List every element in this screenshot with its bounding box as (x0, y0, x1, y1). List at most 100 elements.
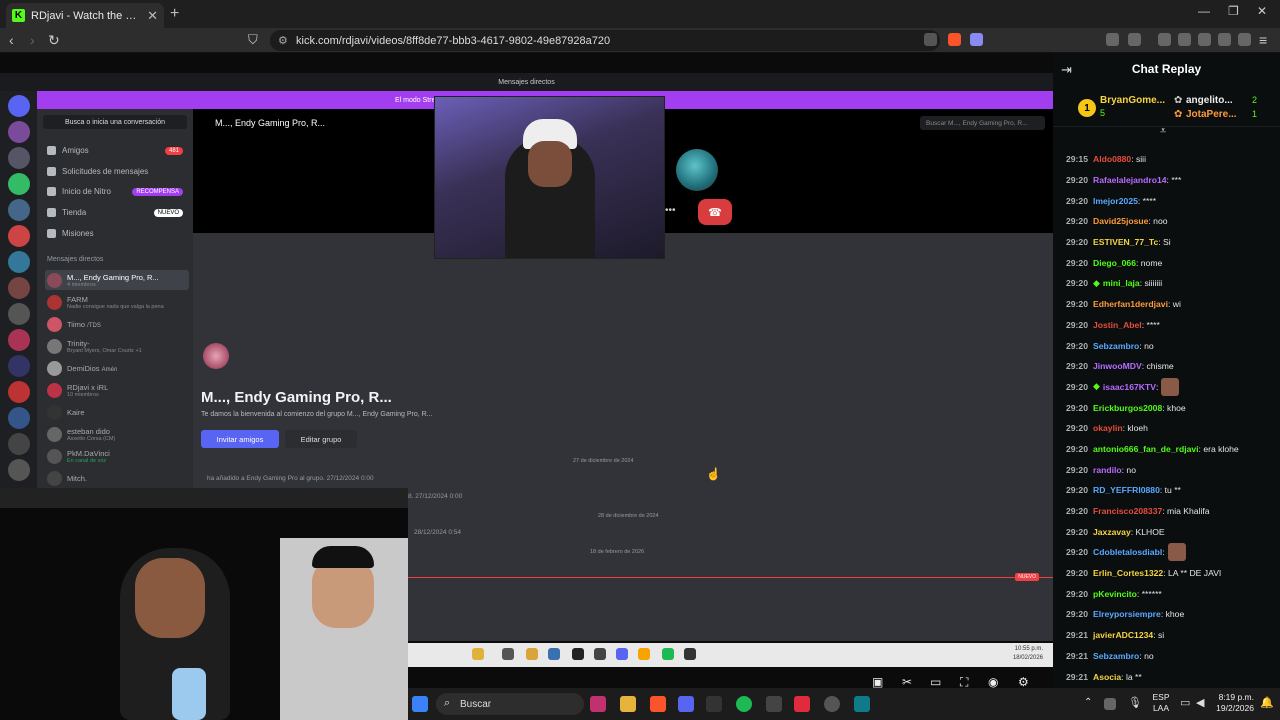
dm-item[interactable]: Tiimo /TDS (45, 314, 189, 334)
theater-mode-icon[interactable]: ▣ (872, 675, 883, 689)
chat-username[interactable]: Edherfan1derdjavi (1093, 299, 1168, 309)
close-tab-icon[interactable]: ✕ (147, 8, 158, 24)
extensions-icon[interactable] (1106, 33, 1119, 46)
app-icon[interactable] (590, 696, 606, 712)
dm-item[interactable]: Kaire (45, 402, 189, 422)
brave-rewards-icon[interactable] (970, 33, 983, 46)
close-window-icon[interactable]: ✕ (1257, 4, 1267, 18)
dm-item[interactable]: M..., Endy Gaming Pro, R... 4 miembros (45, 270, 189, 290)
media-icon[interactable] (1158, 33, 1171, 46)
site-info-icon[interactable]: ⚙ (278, 34, 288, 47)
leo-ai-icon[interactable] (1218, 33, 1231, 46)
gifter-name[interactable]: angelito... (1186, 95, 1233, 106)
gifter-name[interactable]: BryanGome... (1100, 95, 1165, 106)
server-icon[interactable] (8, 433, 30, 455)
dm-item[interactable]: Mitch. (45, 468, 189, 488)
app-icon[interactable] (706, 696, 722, 712)
server-icon[interactable] (8, 277, 30, 299)
back-icon[interactable]: ‹ (9, 32, 14, 48)
video-player[interactable]: Mensajes directos El modo Stre Busca o i… (0, 53, 1053, 720)
server-icon[interactable] (8, 329, 30, 351)
server-icon[interactable] (8, 95, 30, 117)
server-icon[interactable] (8, 251, 30, 273)
browser-tab[interactable]: K RDjavi - Watch the VOD on K ✕ (6, 3, 164, 28)
chat-username[interactable]: Francisco208337 (1093, 506, 1162, 516)
dm-item[interactable]: FARM Nadie consigue nada que valga la pen… (45, 292, 189, 312)
dm-item[interactable]: PkM.DaVinci En canal de voz (45, 446, 189, 466)
chat-username[interactable]: isaac167KTV (1103, 382, 1156, 392)
quality-icon[interactable]: ◉ (988, 675, 998, 689)
notepad-icon[interactable] (854, 696, 870, 712)
chat-username[interactable]: Erlin_Cortes1322 (1093, 568, 1163, 578)
language-indicator[interactable]: ESP LAA (1146, 692, 1176, 714)
network-icon[interactable]: ▭ (1180, 696, 1190, 709)
chat-username[interactable]: Jaxzavay (1093, 527, 1131, 537)
chat-username[interactable]: ESTIVEN_77_Tc (1093, 237, 1158, 247)
server-icon[interactable] (8, 121, 30, 143)
more-icon[interactable]: ••• (665, 205, 676, 216)
bookmark-icon[interactable]: ⛉ (248, 32, 258, 48)
share-icon[interactable] (924, 33, 937, 46)
discord-icon[interactable] (678, 696, 694, 712)
volume-icon[interactable]: ◀ (1196, 696, 1204, 709)
sidebar-icon[interactable] (1178, 33, 1191, 46)
chat-username[interactable]: David25josue (1093, 216, 1148, 226)
menu-icon[interactable]: ≡ (1259, 32, 1267, 48)
dm-item[interactable]: RDjavi x iRL 10 miembros (45, 380, 189, 400)
nav-quests[interactable]: Misiones (47, 229, 183, 238)
chat-username[interactable]: lmejor2025 (1093, 196, 1138, 206)
taskbar-search[interactable]: ⌕ Buscar (436, 693, 584, 715)
settings-icon[interactable]: ⚙ (1018, 675, 1029, 689)
chat-username[interactable]: RD_YEFFRI0880 (1093, 485, 1160, 495)
chat-username[interactable]: okaylin (1093, 423, 1123, 433)
edit-group-button[interactable]: Editar grupo (285, 430, 357, 448)
nav-shop[interactable]: Tienda NUEVO (47, 208, 183, 217)
minimize-icon[interactable]: — (1198, 4, 1210, 18)
server-icon[interactable] (8, 407, 30, 429)
server-icon[interactable] (8, 355, 30, 377)
channel-search-input[interactable]: Buscar M..., Endy Gaming Pro, R... (920, 116, 1045, 130)
chat-username[interactable]: Sebzambro (1093, 651, 1139, 661)
server-icon[interactable] (8, 381, 30, 403)
chat-username[interactable]: pKevincito (1093, 589, 1137, 599)
clock[interactable]: 8:19 p.m. 19/2/2026 (1208, 692, 1254, 714)
nav-friends[interactable]: Amigos 481 (47, 146, 183, 155)
forward-icon[interactable]: › (30, 32, 35, 48)
steam-icon[interactable] (766, 696, 782, 712)
server-icon[interactable] (8, 173, 30, 195)
tab-search-icon[interactable] (1128, 33, 1141, 46)
chat-username[interactable]: Erickburgos2008 (1093, 403, 1162, 413)
gifter-name[interactable]: JotaPere... (1186, 109, 1237, 120)
obs-icon[interactable] (824, 696, 840, 712)
chat-username[interactable]: JinwooMDV (1093, 361, 1142, 371)
notification-icon[interactable]: 🔔 (1260, 696, 1274, 709)
new-tab-icon[interactable]: + (170, 5, 179, 23)
dm-search-input[interactable]: Busca o inicia una conversación (43, 115, 187, 129)
brave-shields-icon[interactable] (948, 33, 961, 46)
server-icon[interactable] (8, 225, 30, 247)
chat-username[interactable]: Elreyporsiempre (1093, 609, 1161, 619)
chat-username[interactable]: javierADC1234 (1093, 630, 1153, 640)
dm-item[interactable]: esteban dido Assetto Corsa (CM) (45, 424, 189, 444)
hang-up-button[interactable]: ☎ (698, 199, 732, 225)
chat-username[interactable]: randilo (1093, 465, 1122, 475)
chat-username[interactable]: Asocia (1093, 672, 1121, 682)
spotify-icon[interactable] (736, 696, 752, 712)
dm-item[interactable]: DemiDios Amén (45, 358, 189, 378)
chat-username[interactable]: Diego_066 (1093, 258, 1136, 268)
chat-username[interactable]: antonio666_fan_de_rdjavi (1093, 444, 1199, 454)
pip-icon[interactable]: ▭ (930, 675, 941, 689)
nav-nitro[interactable]: Inicio de Nitro RECOMPENSA (47, 187, 183, 196)
chat-username[interactable]: Aldo0880 (1093, 154, 1131, 164)
nav-message-requests[interactable]: Solicitudes de mensajes (47, 167, 183, 176)
dm-item[interactable]: Trinity- Bryant Myers, Omar Courtz +1 (45, 336, 189, 356)
clip-icon[interactable]: ✂ (902, 675, 912, 689)
wallet-icon[interactable] (1198, 33, 1211, 46)
windows-start-icon[interactable] (412, 696, 428, 712)
mic-icon[interactable]: 🎙 (1128, 696, 1142, 709)
chat-username[interactable]: Rafaelalejandro14 (1093, 175, 1167, 185)
file-explorer-icon[interactable] (620, 696, 636, 712)
server-icon[interactable] (8, 459, 30, 481)
chat-username[interactable]: Cdobletalosdiabl (1093, 547, 1162, 557)
server-icon[interactable] (8, 147, 30, 169)
